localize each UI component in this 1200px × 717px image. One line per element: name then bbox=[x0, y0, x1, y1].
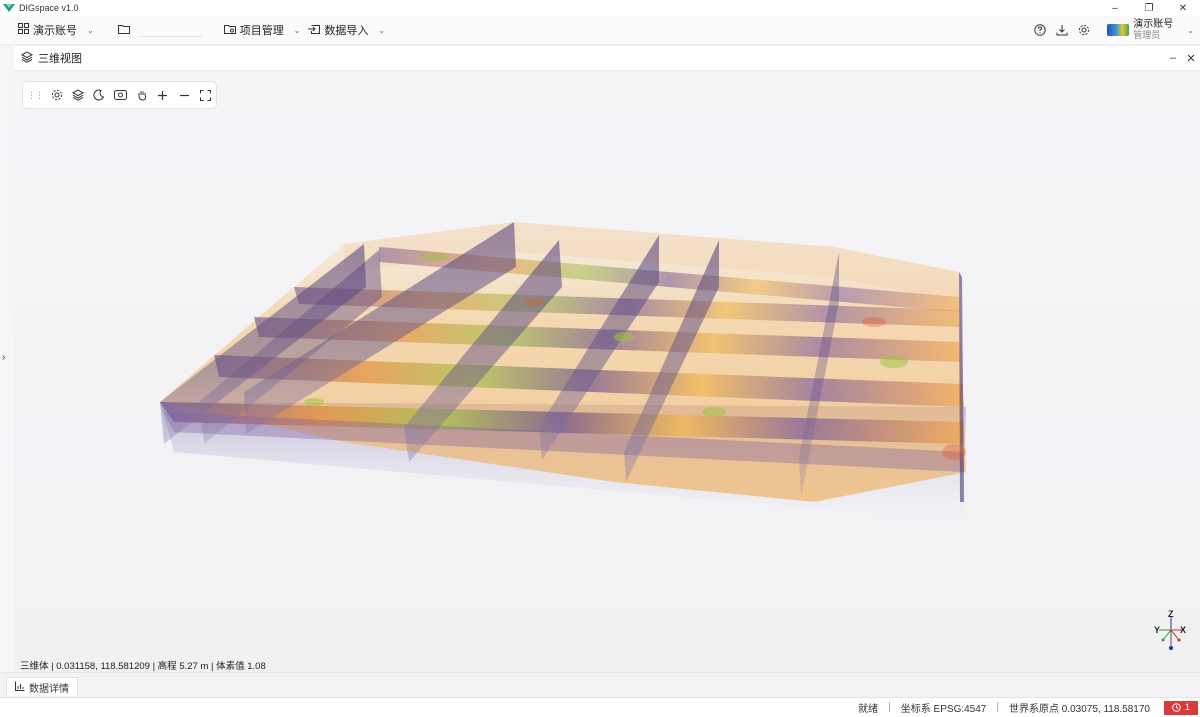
project-menu[interactable]: 项目管理 ⌄ bbox=[220, 19, 305, 41]
layers-icon[interactable] bbox=[67, 84, 88, 106]
settings-icon[interactable] bbox=[46, 84, 67, 106]
restore-window-button[interactable]: ❐ bbox=[1132, 0, 1166, 16]
gear-icon[interactable] bbox=[1073, 19, 1095, 41]
moon-icon[interactable] bbox=[89, 84, 110, 106]
panel-title: 三维视图 bbox=[38, 53, 82, 65]
volume-render[interactable] bbox=[14, 72, 1200, 672]
axis-x-label: X bbox=[1180, 625, 1186, 635]
zoom-out-icon[interactable] bbox=[174, 84, 195, 106]
chevron-down-icon: ⌄ bbox=[87, 25, 94, 35]
folder-selector[interactable] bbox=[114, 19, 138, 41]
panel-close-button[interactable]: ✕ bbox=[1182, 52, 1200, 65]
user-name: 演示账号 bbox=[1133, 19, 1174, 30]
window-controls: – ❐ ✕ bbox=[1098, 0, 1200, 16]
tab-data-details[interactable]: 数据详情 bbox=[6, 677, 78, 696]
folder-icon bbox=[117, 23, 130, 37]
3d-viewport[interactable]: ⋮⋮ Z Y X 三维体 | 0.031158, 118.581209 | 高程… bbox=[14, 72, 1200, 672]
panel-header: 三维视图 – ✕ bbox=[14, 46, 1200, 71]
view-icon[interactable] bbox=[110, 84, 131, 106]
avatar bbox=[1107, 24, 1130, 36]
error-count: 1 bbox=[1184, 702, 1191, 713]
import-icon bbox=[308, 23, 321, 37]
status-state: 就绪 bbox=[858, 704, 879, 715]
close-window-button[interactable]: ✕ bbox=[1166, 0, 1200, 16]
cursor-readout: 三维体 | 0.031158, 118.581209 | 高程 5.27 m |… bbox=[20, 661, 266, 672]
grid-icon bbox=[18, 23, 29, 37]
history-icon bbox=[1172, 703, 1181, 712]
layers-icon bbox=[20, 50, 34, 66]
view-toolbar: ⋮⋮ bbox=[22, 81, 217, 109]
help-icon[interactable] bbox=[1029, 19, 1051, 41]
user-role: 管理员 bbox=[1133, 30, 1161, 40]
menu-bar: 演示账号 ⌄ 项目管理 ⌄ 数据导入 ⌄ 演示账号 管理员 ⌄ bbox=[0, 16, 1200, 45]
axis-y-label: Y bbox=[1154, 625, 1160, 635]
zoom-in-icon[interactable] bbox=[152, 84, 173, 106]
minimize-window-button[interactable]: – bbox=[1098, 0, 1132, 16]
chevron-down-icon: ⌄ bbox=[293, 25, 301, 35]
title-bar: DIGspace v1.0 – ❐ ✕ bbox=[0, 0, 1200, 16]
axis-gizmo-icon[interactable]: Z Y X bbox=[1154, 610, 1188, 654]
import-menu[interactable]: 数据导入 ⌄ bbox=[304, 19, 389, 41]
menubar-right-tools: 演示账号 管理员 ⌄ bbox=[1029, 19, 1200, 41]
drag-handle-icon[interactable]: ⋮⋮ bbox=[27, 90, 44, 101]
bar-chart-icon bbox=[15, 681, 25, 694]
status-crs: 坐标系 EPSG:4547 bbox=[900, 704, 987, 715]
app-title: DIGspace v1.0 bbox=[19, 3, 79, 13]
chevron-down-icon: ⌄ bbox=[1187, 25, 1194, 35]
axis-z-label: Z bbox=[1168, 610, 1174, 619]
status-origin: 世界系原点 0.03075, 118.58170 bbox=[1008, 704, 1150, 715]
account-menu-label: 演示账号 bbox=[33, 25, 77, 37]
status-bar: 就绪 | 坐标系 EPSG:4547 | 世界系原点 0.03075, 118.… bbox=[0, 697, 1200, 717]
account-menu[interactable]: 演示账号 ⌄ bbox=[14, 19, 98, 41]
folder-settings-icon bbox=[223, 23, 236, 37]
chevron-down-icon: ⌄ bbox=[378, 25, 386, 35]
pan-icon[interactable] bbox=[131, 84, 152, 106]
import-menu-label: 数据导入 bbox=[324, 25, 369, 37]
project-menu-label: 项目管理 bbox=[239, 25, 284, 37]
chevron-right-icon[interactable]: › bbox=[2, 352, 5, 363]
folder-field-underline bbox=[139, 36, 202, 37]
download-icon[interactable] bbox=[1051, 19, 1073, 41]
panel-minimize-button[interactable]: – bbox=[1164, 52, 1182, 65]
fullscreen-icon[interactable] bbox=[195, 84, 216, 106]
error-badge[interactable]: 1 bbox=[1164, 700, 1198, 715]
tab-data-details-label: 数据详情 bbox=[29, 683, 69, 695]
user-profile[interactable]: 演示账号 管理员 ⌄ bbox=[1107, 19, 1194, 41]
app-logo-icon bbox=[3, 4, 15, 12]
left-collapsed-rail: › bbox=[0, 46, 14, 672]
bottom-tab-row: 数据详情 bbox=[0, 672, 1200, 696]
